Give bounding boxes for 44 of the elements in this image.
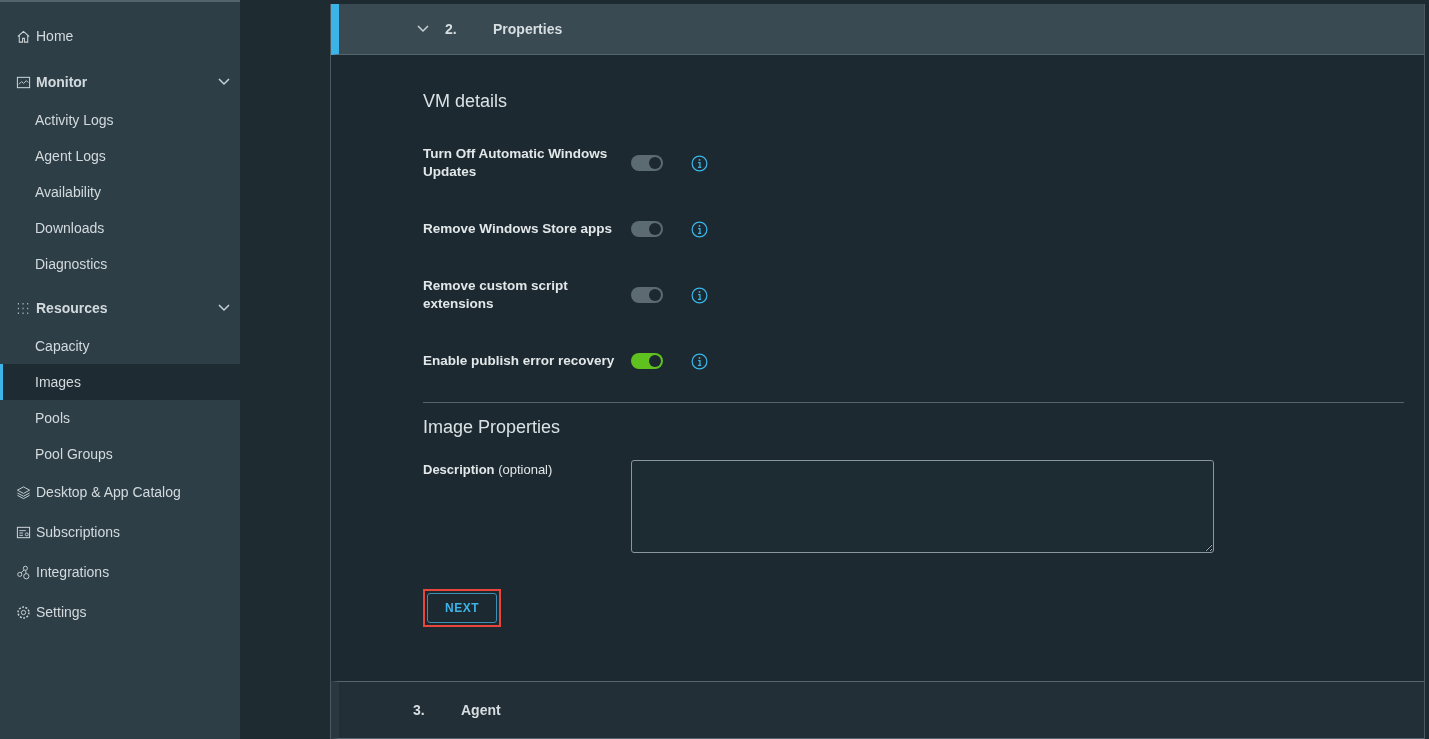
nav-item[interactable]: Capacity (0, 328, 240, 364)
info-icon[interactable] (691, 154, 708, 172)
settings-icon (16, 604, 31, 620)
nav-item[interactable]: Downloads (0, 210, 240, 246)
nav-item[interactable]: Integrations (0, 552, 240, 592)
nav-item[interactable]: Home (0, 16, 240, 56)
toggle-label: Turn Off Automatic Windows Updates (423, 145, 609, 181)
nav-item[interactable]: Images (0, 364, 240, 400)
grid-icon (16, 300, 31, 316)
section-title: VM details (423, 91, 509, 112)
step-header[interactable]: 2. Properties (331, 4, 1424, 55)
step-title: Properties (493, 21, 563, 37)
nav-item[interactable]: Pool Groups (0, 436, 240, 472)
monitor-icon (16, 74, 31, 90)
step-number: 2. (445, 21, 458, 37)
info-icon[interactable] (691, 286, 708, 304)
field-label: Description (optional) (423, 462, 554, 477)
nav-item[interactable]: Settings (0, 592, 240, 632)
next-button[interactable]: NEXT (427, 593, 497, 623)
nav-item[interactable]: Activity Logs (0, 102, 240, 138)
nav-item[interactable]: Pools (0, 400, 240, 436)
step-number: 3. (413, 702, 426, 718)
step-header[interactable]: 3. Agent (331, 681, 1424, 739)
subscriptions-icon (16, 524, 31, 540)
info-icon[interactable] (691, 220, 708, 238)
chevron-icon (417, 25, 429, 33)
nav-item[interactable]: Subscriptions (0, 512, 240, 552)
step-title: Agent (461, 702, 501, 718)
nav-item[interactable]: Availability (0, 174, 240, 210)
nav-group-header[interactable]: Monitor (0, 62, 240, 102)
toggle-switch[interactable] (631, 353, 663, 369)
integrations-icon (16, 564, 31, 580)
toggle-label: Remove Windows Store apps (423, 220, 613, 238)
layers-icon (16, 484, 31, 500)
toggle-label: Remove custom script extensions (423, 277, 569, 313)
nav-item[interactable]: Diagnostics (0, 246, 240, 282)
home-icon (16, 28, 31, 44)
section-title: Image Properties (423, 417, 562, 438)
info-icon[interactable] (691, 352, 708, 370)
nav-group-header[interactable]: Resources (0, 288, 240, 328)
toggle-label: Enable publish error recovery (423, 352, 616, 370)
nav-item[interactable]: Desktop & App Catalog (0, 472, 240, 512)
nav-item[interactable]: Agent Logs (0, 138, 240, 174)
description-field[interactable] (631, 460, 1214, 553)
